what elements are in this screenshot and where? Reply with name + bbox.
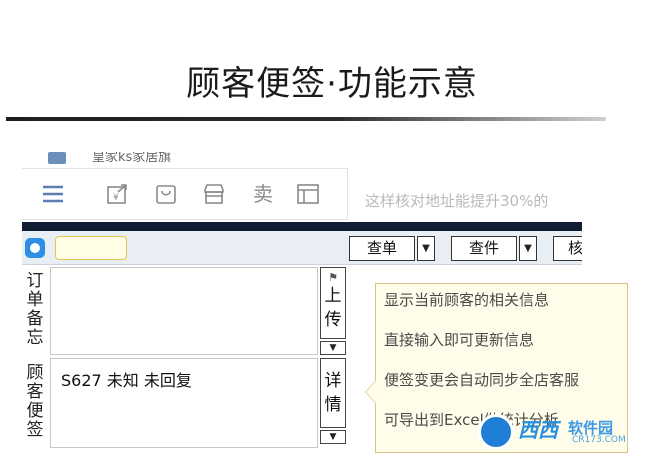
verify-button[interactable]: 核 bbox=[553, 236, 582, 261]
customer-note-textarea[interactable]: S627 未知 未回复 bbox=[50, 358, 318, 448]
watermark: 西西 软件园 CR173.COM bbox=[478, 414, 646, 450]
app-logo-icon bbox=[25, 238, 45, 258]
order-memo-label: 订单备忘 bbox=[26, 271, 44, 348]
customer-note-panel: 顾客便签 S627 未知 未回复 详情 ▼ bbox=[22, 358, 348, 450]
flag-icon: ⚑ bbox=[328, 271, 338, 284]
watermark-url: CR173.COM bbox=[572, 435, 626, 445]
callout-line: 直接输入即可更新信息 bbox=[384, 331, 535, 349]
slide-title: 顾客便签·功能示意 bbox=[186, 64, 478, 104]
export-icon[interactable]: ¥ bbox=[105, 181, 131, 207]
upload-button-label: 上传 bbox=[324, 286, 342, 330]
toolbar: ¥ 卖 bbox=[22, 168, 348, 220]
shop-name: 皇家ks家居旗 bbox=[92, 152, 172, 164]
order-memo-panel: 订单备忘 ⚑ 上传 ▼ bbox=[22, 266, 348, 356]
buyer-tag-input[interactable] bbox=[55, 236, 127, 260]
sell-icon[interactable]: 卖 bbox=[250, 181, 276, 207]
shop-icon[interactable] bbox=[201, 181, 227, 207]
check-item-dropdown[interactable]: ▼ bbox=[519, 236, 537, 261]
details-dropdown[interactable]: ▼ bbox=[320, 430, 346, 444]
details-button[interactable]: 详情 bbox=[320, 358, 346, 428]
order-action-row: 查单 ▼ 查件 ▼ 核 bbox=[22, 231, 582, 265]
check-order-button[interactable]: 查单 bbox=[349, 236, 415, 261]
watermark-logo-icon bbox=[478, 414, 514, 450]
shop-logo bbox=[48, 152, 66, 164]
order-memo-textarea[interactable] bbox=[50, 267, 318, 355]
customer-note-label: 顾客便签 bbox=[26, 363, 44, 440]
bag-icon[interactable] bbox=[153, 181, 179, 207]
upload-dropdown[interactable]: ▼ bbox=[320, 341, 346, 355]
title-divider bbox=[6, 117, 606, 121]
callout-pointer bbox=[365, 380, 376, 404]
window-icon[interactable] bbox=[295, 181, 321, 207]
callout-line: 显示当前顾客的相关信息 bbox=[384, 291, 550, 309]
upload-button[interactable]: ⚑ 上传 bbox=[320, 267, 346, 339]
header-bar bbox=[22, 222, 582, 231]
watermark-brand: 西西 bbox=[518, 418, 558, 442]
check-item-button[interactable]: 查件 bbox=[451, 236, 517, 261]
svg-text:¥: ¥ bbox=[113, 193, 119, 203]
hint-text: 这样核对地址能提升30%的 bbox=[365, 192, 549, 210]
menu-icon[interactable] bbox=[40, 181, 66, 207]
check-order-dropdown[interactable]: ▼ bbox=[417, 236, 435, 261]
callout-line: 便签变更会自动同步全店客服 bbox=[384, 371, 580, 389]
